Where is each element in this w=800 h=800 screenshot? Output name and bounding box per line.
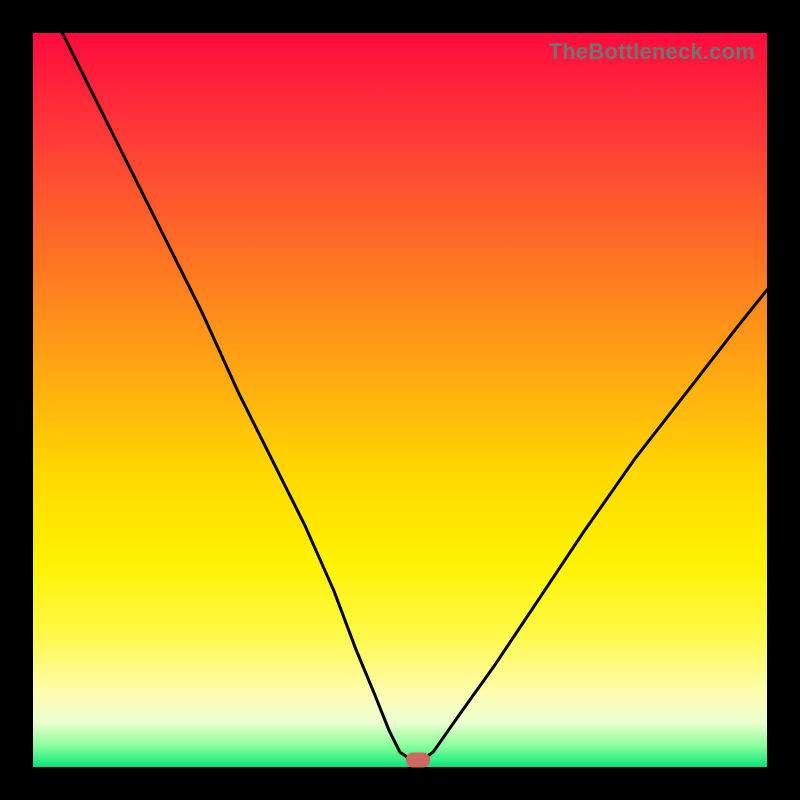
optimal-marker (406, 752, 430, 767)
curve-svg (33, 33, 767, 767)
plot-area: TheBottleneck.com (33, 33, 767, 767)
watermark-text: TheBottleneck.com (549, 39, 755, 65)
chart-container: TheBottleneck.com (0, 0, 800, 800)
bottleneck-curve (62, 33, 767, 760)
